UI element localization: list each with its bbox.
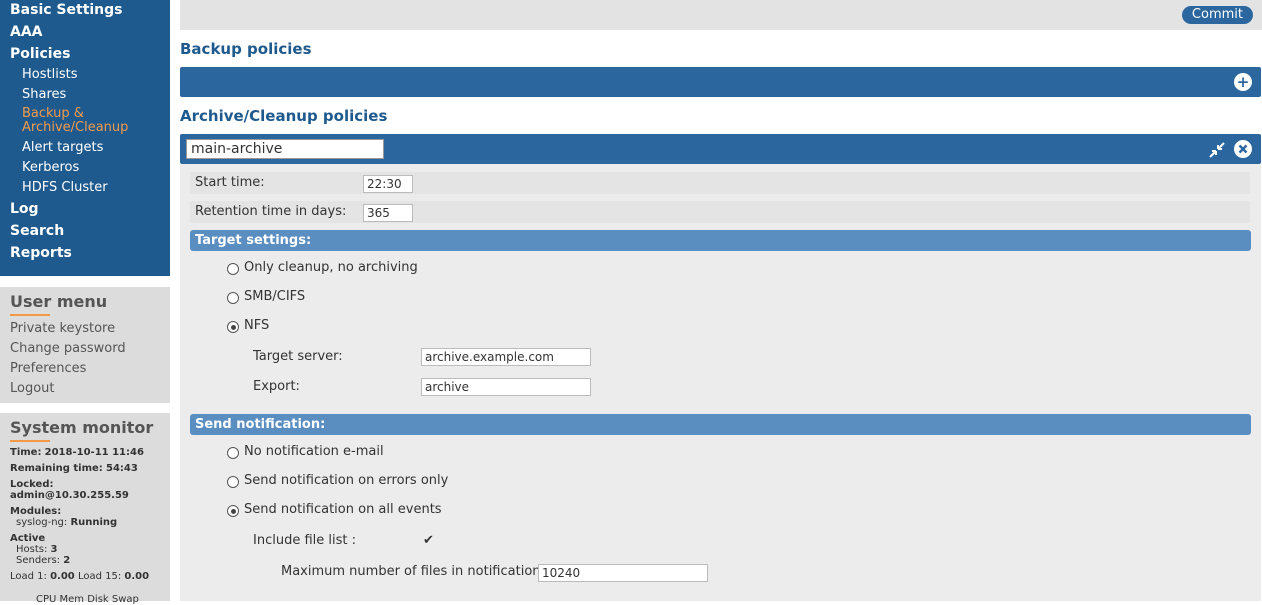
target-server-input[interactable]: archive.example.com bbox=[421, 348, 591, 366]
nav-hostlists[interactable]: Hostlists bbox=[22, 68, 77, 82]
user-menu-title: User menu bbox=[10, 292, 108, 311]
sm-time: Time: 2018-10-11 11:46 bbox=[10, 447, 144, 458]
nav-search[interactable]: Search bbox=[10, 223, 64, 239]
nav-policies[interactable]: Policies bbox=[10, 46, 70, 62]
errors-only-label: Send notification on errors only bbox=[244, 473, 449, 488]
radio-all-events[interactable] bbox=[227, 505, 239, 517]
retention-row: Retention time in days: 365 bbox=[190, 201, 1250, 223]
radio-nfs[interactable] bbox=[227, 321, 239, 333]
start-time-input[interactable]: 22:30 bbox=[363, 175, 413, 193]
no-notification-label: No notification e-mail bbox=[244, 444, 384, 459]
only-cleanup-label: Only cleanup, no archiving bbox=[244, 260, 418, 275]
backup-policies-bar: + bbox=[180, 67, 1261, 97]
sm-module-syslog: syslog-ng: Running bbox=[16, 517, 118, 528]
nav-hdfs-cluster[interactable]: HDFS Cluster bbox=[22, 181, 108, 195]
max-files-label: Maximum number of files in notification: bbox=[281, 564, 545, 579]
nav-kerberos[interactable]: Kerberos bbox=[22, 161, 79, 175]
export-label: Export: bbox=[253, 379, 300, 394]
user-menu-underline bbox=[10, 314, 50, 316]
start-time-row: Start time: 22:30 bbox=[190, 172, 1250, 194]
nav-log[interactable]: Log bbox=[10, 201, 39, 217]
backup-policies-title: Backup policies bbox=[180, 40, 312, 58]
nav-basic-settings[interactable]: Basic Settings bbox=[10, 2, 123, 18]
sm-hosts: Hosts: 3 bbox=[16, 544, 58, 555]
sm-modules-label: Modules: bbox=[10, 506, 62, 517]
nav-shares[interactable]: Shares bbox=[22, 88, 66, 102]
retention-label: Retention time in days: bbox=[195, 204, 347, 219]
sm-locked-value: admin@10.30.255.59 bbox=[10, 490, 129, 501]
top-toolbar: Commit bbox=[180, 0, 1262, 30]
send-notification-header: Send notification: bbox=[190, 414, 1251, 435]
archive-policy-header: main-archive bbox=[180, 134, 1261, 164]
sm-columns: CPU Mem Disk Swap bbox=[36, 594, 139, 605]
user-menu-change-password[interactable]: Change password bbox=[10, 341, 126, 356]
sm-remaining: Remaining time: 54:43 bbox=[10, 463, 138, 474]
target-settings-header: Target settings: bbox=[190, 230, 1251, 251]
radio-only-cleanup[interactable] bbox=[227, 263, 239, 275]
nfs-label: NFS bbox=[244, 318, 270, 333]
user-menu-panel: User menu Private keystore Change passwo… bbox=[0, 287, 170, 403]
retention-input[interactable]: 365 bbox=[363, 204, 413, 222]
user-menu-private-keystore[interactable]: Private keystore bbox=[10, 321, 115, 336]
add-icon[interactable]: + bbox=[1234, 73, 1252, 91]
include-file-list-checkbox[interactable]: ✔ bbox=[423, 533, 434, 548]
user-menu-logout[interactable]: Logout bbox=[10, 381, 55, 396]
nav-reports[interactable]: Reports bbox=[10, 245, 72, 261]
radio-errors-only[interactable] bbox=[227, 476, 239, 488]
smb-cifs-label: SMB/CIFS bbox=[244, 289, 306, 304]
target-server-label: Target server: bbox=[253, 349, 343, 364]
sm-locked-label: Locked: bbox=[10, 479, 54, 490]
export-input[interactable]: archive bbox=[421, 378, 591, 396]
start-time-label: Start time: bbox=[195, 175, 265, 190]
policy-name-input[interactable]: main-archive bbox=[186, 139, 384, 159]
sm-senders: Senders: 2 bbox=[16, 555, 71, 566]
user-menu-preferences[interactable]: Preferences bbox=[10, 361, 86, 376]
main-nav: Basic Settings AAA Policies Hostlists Sh… bbox=[0, 0, 170, 276]
nav-aaa[interactable]: AAA bbox=[10, 24, 43, 40]
collapse-icon[interactable] bbox=[1207, 140, 1227, 164]
system-monitor-title: System monitor bbox=[10, 418, 154, 437]
system-monitor-underline bbox=[10, 440, 50, 442]
nav-backup-archive-line1[interactable]: Backup & bbox=[22, 107, 84, 121]
radio-no-notification[interactable] bbox=[227, 447, 239, 459]
include-file-list-label: Include file list : bbox=[253, 533, 356, 548]
archive-policies-title: Archive/Cleanup policies bbox=[180, 107, 388, 125]
main-content: Commit Backup policies + Archive/Cleanup… bbox=[180, 0, 1262, 601]
policy-form: Start time: 22:30 Retention time in days… bbox=[180, 164, 1261, 601]
all-events-label: Send notification on all events bbox=[244, 502, 442, 517]
system-monitor-panel: System monitor Time: 2018-10-11 11:46 Re… bbox=[0, 413, 170, 605]
max-files-input[interactable]: 10240 bbox=[538, 564, 708, 582]
nav-backup-archive-line2[interactable]: Archive/Cleanup bbox=[22, 121, 128, 135]
sm-active-label: Active bbox=[10, 533, 46, 544]
sidebar: Basic Settings AAA Policies Hostlists Sh… bbox=[0, 0, 170, 605]
nav-alert-targets[interactable]: Alert targets bbox=[22, 141, 103, 155]
commit-button[interactable]: Commit bbox=[1181, 6, 1253, 24]
sm-load: Load 1: 0.00 Load 15: 0.00 bbox=[10, 571, 150, 582]
radio-smb-cifs[interactable] bbox=[227, 292, 239, 304]
close-icon[interactable] bbox=[1234, 140, 1252, 162]
